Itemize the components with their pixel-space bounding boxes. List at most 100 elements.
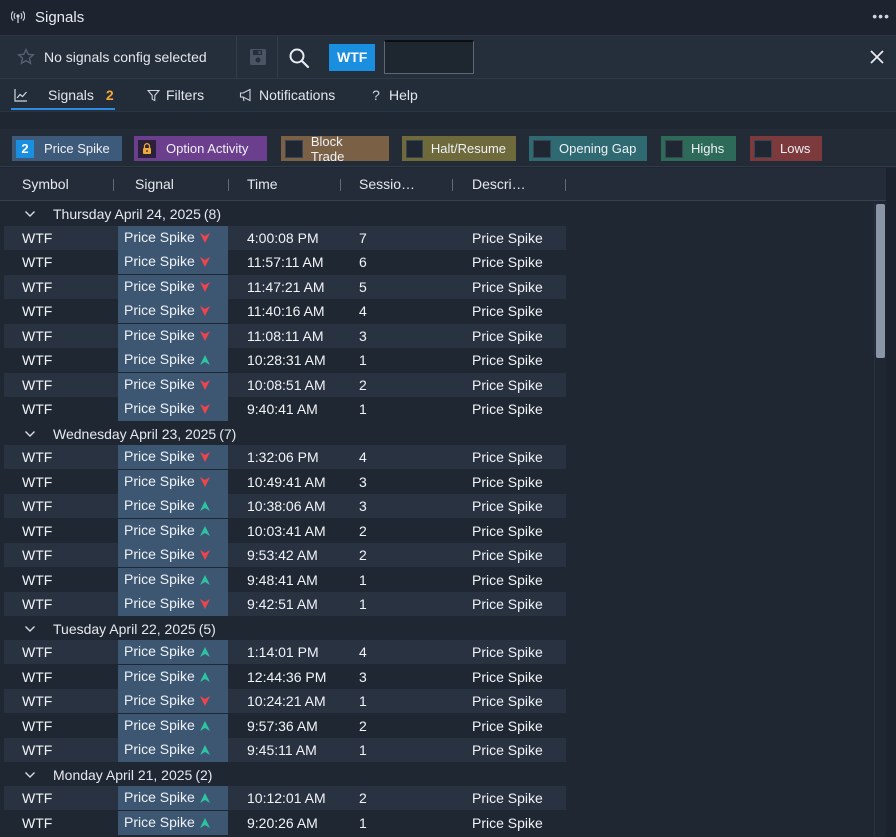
symbol-cell: WTF xyxy=(22,790,53,806)
arrow-up-icon xyxy=(200,647,210,657)
group-header[interactable]: Monday April 21, 2025 (2) xyxy=(4,763,874,787)
close-icon[interactable] xyxy=(868,48,886,66)
chevron-down-icon[interactable] xyxy=(24,209,36,219)
signal-cell: Price Spike xyxy=(118,665,228,689)
chevron-down-icon[interactable] xyxy=(24,429,36,439)
time-cell: 10:08:51 AM xyxy=(247,377,326,393)
signal-cell: Price Spike xyxy=(118,543,228,567)
search-icon[interactable] xyxy=(288,47,310,69)
window-title: Signals xyxy=(35,9,85,26)
signal-chip[interactable]: Option Activity xyxy=(134,136,267,161)
signal-cell: Price Spike xyxy=(118,494,228,518)
chip-checkbox[interactable] xyxy=(754,139,772,158)
table-row[interactable]: WTF Price Spike 10:49:41 AM 3 Price Spike xyxy=(4,470,874,494)
symbol-cell: WTF xyxy=(22,718,53,734)
table-row[interactable]: WTF Price Spike 10:03:41 AM 2 Price Spike xyxy=(4,519,874,543)
table-row[interactable]: WTF Price Spike 9:20:26 AM 1 Price Spike xyxy=(4,811,874,835)
config-selector[interactable]: No signals config selected xyxy=(44,49,207,65)
session-cell: 5 xyxy=(359,279,367,295)
table-row[interactable]: WTF Price Spike 10:12:01 AM 2 Price Spike xyxy=(4,786,874,810)
tab-signals[interactable]: Signals 2 xyxy=(14,79,114,111)
scrollbar-thumb[interactable] xyxy=(876,204,885,358)
session-cell: 2 xyxy=(359,547,367,563)
star-icon[interactable] xyxy=(16,47,36,67)
signal-label: Price Spike xyxy=(124,692,195,708)
time-cell: 9:42:51 AM xyxy=(247,596,318,612)
symbol-cell: WTF xyxy=(22,742,53,758)
signal-chip[interactable]: Opening Gap xyxy=(529,136,647,161)
signal-chip[interactable]: Halt/Resume xyxy=(402,136,516,161)
table-row[interactable]: WTF Price Spike 12:44:36 PM 3 Price Spike xyxy=(4,665,874,689)
session-cell: 6 xyxy=(359,254,367,270)
table-row[interactable]: WTF Price Spike 11:57:11 AM 6 Price Spike xyxy=(4,250,874,274)
time-cell: 11:40:16 AM xyxy=(247,303,325,319)
active-tab-indicator xyxy=(11,108,115,110)
time-cell: 10:38:06 AM xyxy=(247,498,326,514)
table-row[interactable]: WTF Price Spike 11:47:21 AM 5 Price Spike xyxy=(4,275,874,299)
group-count: (8) xyxy=(203,206,221,222)
signal-cell: Price Spike xyxy=(118,324,228,348)
column-header-signal[interactable]: Signal xyxy=(135,176,174,192)
symbol-cell: WTF xyxy=(22,230,53,246)
tab-filters[interactable]: Filters xyxy=(147,79,204,111)
table-row[interactable]: WTF Price Spike 10:24:21 AM 1 Price Spike xyxy=(4,689,874,713)
signal-cell: Price Spike xyxy=(118,445,228,469)
chevron-down-icon[interactable] xyxy=(24,624,36,634)
chip-checkbox[interactable] xyxy=(285,139,303,158)
more-options-icon[interactable]: ••• xyxy=(872,8,890,24)
table-row[interactable]: WTF Price Spike 9:57:36 AM 2 Price Spike xyxy=(4,714,874,738)
column-divider[interactable] xyxy=(565,179,566,191)
column-header-symbol[interactable]: Symbol xyxy=(22,176,69,192)
symbol-chip[interactable]: WTF xyxy=(329,44,376,71)
table-row[interactable]: WTF Price Spike 10:08:51 AM 2 Price Spike xyxy=(4,373,874,397)
table-row[interactable]: WTF Price Spike 9:40:41 AM 1 Price Spike xyxy=(4,397,874,421)
column-divider[interactable] xyxy=(340,179,341,191)
signal-chip[interactable]: Lows xyxy=(750,136,822,161)
table-row[interactable]: WTF Price Spike 11:40:16 AM 4 Price Spike xyxy=(4,299,874,323)
table-row[interactable]: WTF Price Spike 10:38:06 AM 3 Price Spike xyxy=(4,494,874,518)
signal-chip[interactable]: Block Trade xyxy=(281,134,389,164)
tab-help-label: Help xyxy=(389,87,418,103)
column-header-description[interactable]: Descri… xyxy=(472,176,526,192)
time-cell: 4:00:08 PM xyxy=(247,230,319,246)
symbol-cell: WTF xyxy=(22,815,53,831)
table-row[interactable]: WTF Price Spike 10:28:31 AM 1 Price Spike xyxy=(4,348,874,372)
column-divider[interactable] xyxy=(113,179,114,191)
chip-checkbox[interactable] xyxy=(665,139,683,158)
chip-checkbox[interactable] xyxy=(406,139,423,158)
description-cell: Price Spike xyxy=(472,449,543,465)
column-header-time[interactable]: Time xyxy=(247,176,278,192)
signals-grid: Thursday April 24, 2025 (8) WTF Price Spike… xyxy=(4,202,874,837)
table-row[interactable]: WTF Price Spike 9:42:51 AM 1 Price Spike xyxy=(4,592,874,616)
column-divider[interactable] xyxy=(228,179,229,191)
session-cell: 1 xyxy=(359,742,367,758)
table-row[interactable]: WTF Price Spike 9:45:11 AM 1 Price Spike xyxy=(4,738,874,762)
tab-help[interactable]: ? Help xyxy=(369,79,418,111)
table-row[interactable]: WTF Price Spike 4:00:08 PM 7 Price Spike xyxy=(4,226,874,250)
chip-checkbox[interactable] xyxy=(533,139,551,158)
chart-line-icon xyxy=(14,89,27,102)
table-row[interactable]: WTF Price Spike 11:08:11 AM 3 Price Spike xyxy=(4,324,874,348)
signal-label: Price Spike xyxy=(124,400,195,416)
table-row[interactable]: WTF Price Spike 1:32:06 PM 4 Price Spike xyxy=(4,445,874,469)
session-cell: 2 xyxy=(359,718,367,734)
group-header[interactable]: Thursday April 24, 2025 (8) xyxy=(4,202,874,226)
chevron-down-icon[interactable] xyxy=(24,770,36,780)
table-row[interactable]: WTF Price Spike 9:48:41 AM 1 Price Spike xyxy=(4,568,874,592)
save-button[interactable] xyxy=(236,36,278,79)
time-cell: 9:53:42 AM xyxy=(247,547,318,563)
signal-label: Price Spike xyxy=(124,253,195,269)
group-date: Wednesday April 23, 2025 xyxy=(53,426,217,442)
chip-label: Highs xyxy=(691,141,725,156)
tab-notifications[interactable]: Notifications xyxy=(239,79,335,111)
session-cell: 3 xyxy=(359,328,367,344)
column-header-session[interactable]: Sessio… xyxy=(359,176,415,192)
table-row[interactable]: WTF Price Spike 1:14:01 PM 4 Price Spike xyxy=(4,640,874,664)
group-header[interactable]: Wednesday April 23, 2025 (7) xyxy=(4,422,874,446)
signal-chip[interactable]: 2 Price Spike xyxy=(12,136,122,161)
table-row[interactable]: WTF Price Spike 9:53:42 AM 2 Price Spike xyxy=(4,543,874,567)
signal-chip[interactable]: Highs xyxy=(661,136,736,161)
group-header[interactable]: Tuesday April 22, 2025 (5) xyxy=(4,617,874,641)
symbol-input[interactable] xyxy=(384,40,474,74)
column-divider[interactable] xyxy=(452,179,453,191)
